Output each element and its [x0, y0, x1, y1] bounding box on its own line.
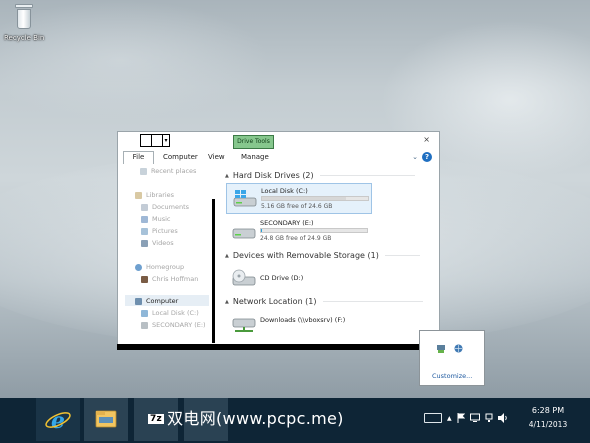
recycle-bin-label: Recycle Bin	[4, 34, 45, 42]
hard-drive-icon	[232, 228, 256, 239]
user-avatar-icon	[141, 275, 148, 283]
desktop-background: Recycle Bin ▾ Drive Tools × File Compute…	[0, 0, 590, 398]
recycle-bin-icon	[15, 4, 33, 30]
homegroup-icon	[135, 263, 142, 271]
videos-icon	[141, 239, 148, 247]
nav-item-secondary[interactable]: SECONDARY (E:)	[141, 321, 206, 329]
music-icon	[141, 215, 148, 223]
watermark-text: 双电网(www.pcpc.me)	[167, 409, 344, 428]
volume-icon[interactable]	[497, 413, 509, 423]
group-header-hard-disk-drives[interactable]: ▲ Hard Disk Drives (2)	[225, 171, 415, 180]
clock[interactable]: 6:28 PM 4/11/2013	[516, 404, 580, 432]
help-icon[interactable]: ?	[422, 152, 432, 162]
taskbar: e 7z 双电网(www.pcpc.me) ▲ 6:28 PM 4/11/201…	[0, 398, 590, 443]
taskbar-internet-explorer[interactable]: e	[36, 398, 80, 441]
nav-item-local-disk[interactable]: Local Disk (C:)	[141, 309, 199, 317]
close-icon[interactable]: ×	[423, 135, 430, 144]
collapse-caret-icon: ▲	[225, 252, 229, 259]
expand-ribbon-icon[interactable]: ⌄	[412, 153, 418, 161]
nav-item-pictures[interactable]: Pictures	[141, 227, 178, 235]
drive-free-space: 5.16 GB free of 24.6 GB	[261, 203, 333, 210]
watermark-overlay: 7z 双电网(www.pcpc.me)	[148, 405, 344, 429]
properties-icon[interactable]	[141, 135, 151, 146]
nav-item-computer[interactable]: Computer	[135, 297, 178, 305]
computer-icon	[135, 297, 142, 305]
display-icon[interactable]	[469, 413, 480, 423]
libraries-icon	[135, 191, 142, 199]
qat-dropdown-icon[interactable]: ▾	[163, 135, 169, 146]
show-hidden-icons-arrow[interactable]: ▲	[447, 415, 452, 422]
window-bottom-edge	[117, 344, 440, 350]
secondary-drive-icon	[141, 321, 148, 329]
tab-view[interactable]: View	[208, 153, 225, 161]
drive-name: CD Drive (D:)	[260, 274, 304, 282]
windows-drive-icon	[233, 190, 257, 207]
recent-places-icon	[140, 167, 147, 175]
network-icon[interactable]	[485, 413, 493, 423]
group-header-removable-storage[interactable]: ▲ Devices with Removable Storage (1)	[225, 251, 420, 260]
internet-explorer-icon: e	[45, 408, 71, 434]
drive-usage-bar	[261, 196, 369, 201]
title-bar: ▾ Drive Tools ×	[118, 132, 439, 149]
new-folder-icon[interactable]	[152, 135, 162, 146]
network-drive-icon	[232, 318, 256, 332]
tab-computer[interactable]: Computer	[163, 153, 198, 161]
ribbon: File Computer View Manage ⌄ ?	[118, 150, 439, 164]
pane-splitter[interactable]	[212, 199, 215, 343]
drive-tools-tab[interactable]: Drive Tools	[233, 135, 274, 149]
file-explorer-icon	[95, 410, 117, 428]
drive-item-local-disk-c[interactable]: Local Disk (C:) 5.16 GB free of 24.6 GB	[226, 183, 372, 214]
customize-link[interactable]: Customize...	[432, 372, 472, 380]
tray-overflow-popup: Customize...	[419, 330, 485, 386]
action-center-flag-icon[interactable]	[457, 413, 465, 423]
collapse-caret-icon: ▲	[225, 172, 229, 179]
nav-item-videos[interactable]: Videos	[141, 239, 174, 247]
explorer-window: ▾ Drive Tools × File Computer View Manag…	[117, 131, 440, 350]
group-header-network-location[interactable]: ▲ Network Location (1)	[225, 297, 423, 306]
tab-manage[interactable]: Manage	[241, 153, 269, 161]
quick-access-toolbar: ▾	[140, 134, 170, 147]
touch-keyboard-icon[interactable]	[424, 413, 442, 423]
tab-file[interactable]: File	[123, 151, 154, 164]
local-disk-icon	[141, 309, 148, 317]
clock-time: 6:28 PM	[531, 406, 565, 415]
drive-item-cd-drive-d[interactable]: CD Drive (D:)	[226, 263, 372, 294]
globe-tray-icon[interactable]	[454, 344, 463, 353]
nav-item-music[interactable]: Music	[141, 215, 171, 223]
svg-text:e: e	[51, 408, 65, 434]
drive-free-space: 24.8 GB free of 24.9 GB	[260, 235, 332, 242]
recycle-bin-shortcut[interactable]: Recycle Bin	[4, 4, 44, 42]
nav-item-libraries[interactable]: Libraries	[135, 191, 174, 199]
nav-item-recent-places[interactable]: Recent places	[140, 167, 196, 175]
network-share-tray-icon[interactable]	[437, 345, 445, 353]
drive-item-downloads-f[interactable]: Downloads (\\vboxsrv) (F:)	[226, 309, 372, 340]
drive-name: Downloads (\\vboxsrv) (F:)	[260, 316, 346, 324]
clock-date: 4/11/2013	[528, 420, 568, 429]
drives-view: ▲ Hard Disk Drives (2) Local Disk (C:) 5…	[222, 165, 438, 343]
system-tray: ▲	[424, 411, 509, 425]
drive-item-secondary-e[interactable]: SECONDARY (E:) 24.8 GB free of 24.9 GB	[226, 216, 372, 247]
cd-drive-icon	[232, 269, 256, 286]
drive-name: SECONDARY (E:)	[260, 219, 314, 227]
drive-usage-bar	[260, 228, 368, 233]
documents-icon	[141, 203, 148, 211]
nav-item-homegroup[interactable]: Homegroup	[135, 263, 184, 271]
drive-name: Local Disk (C:)	[261, 187, 308, 195]
nav-item-chris-hoffman[interactable]: Chris Hoffman	[141, 275, 198, 283]
pictures-icon	[141, 227, 148, 235]
taskbar-file-explorer[interactable]	[84, 398, 128, 441]
nav-item-documents[interactable]: Documents	[141, 203, 189, 211]
collapse-caret-icon: ▲	[225, 298, 229, 305]
7zip-icon: 7z	[148, 414, 165, 424]
navigation-pane: Recent places Libraries Documents Music …	[118, 165, 213, 343]
